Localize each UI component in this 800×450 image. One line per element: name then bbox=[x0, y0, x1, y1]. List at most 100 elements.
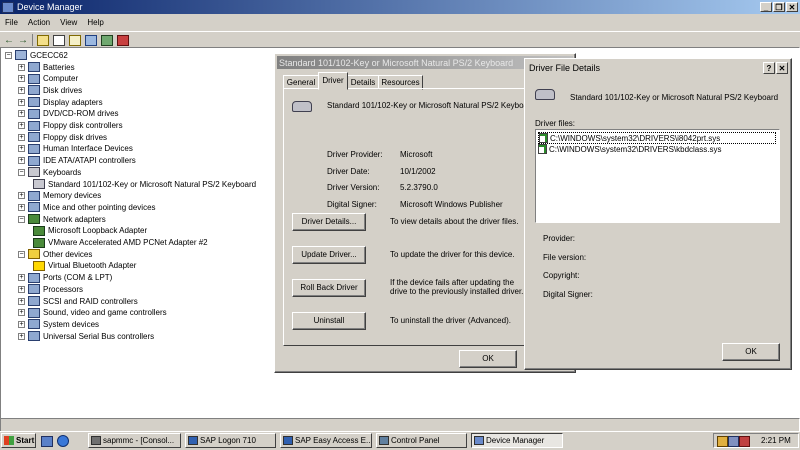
uninstall-icon[interactable] bbox=[117, 34, 129, 46]
tray-icon-volume[interactable] bbox=[739, 436, 750, 447]
tree-child-item[interactable]: VMware Accelerated AMD PCNet Adapter #2 bbox=[33, 237, 208, 249]
start-button[interactable]: Start bbox=[1, 433, 36, 448]
taskbar-button[interactable]: Device Manager bbox=[471, 433, 563, 448]
tree-category-item[interactable]: + Display adapters bbox=[18, 96, 103, 108]
tree-category-item[interactable]: + Universal Serial Bus controllers bbox=[18, 330, 154, 342]
tree-category-item[interactable]: + Batteries bbox=[18, 61, 75, 73]
menu-view[interactable]: View bbox=[60, 18, 77, 27]
collapse-icon[interactable]: − bbox=[18, 215, 25, 223]
properties-icon[interactable] bbox=[53, 34, 65, 46]
tree-child-item[interactable]: Microsoft Loopback Adapter bbox=[33, 225, 147, 237]
tree-child-item[interactable]: Standard 101/102-Key or Microsoft Natura… bbox=[33, 178, 256, 190]
tab-driver[interactable]: Driver bbox=[318, 72, 348, 90]
minimize-button[interactable]: _ bbox=[760, 2, 772, 12]
tree-item-label: IDE ATA/ATAPI controllers bbox=[43, 156, 136, 166]
tree-category-item[interactable]: + SCSI and RAID controllers bbox=[18, 295, 138, 307]
menu-action[interactable]: Action bbox=[28, 18, 50, 27]
expand-icon[interactable]: + bbox=[18, 203, 25, 211]
close-button[interactable]: ✕ bbox=[786, 2, 798, 12]
menu-help[interactable]: Help bbox=[87, 18, 103, 27]
tray-icon-network[interactable] bbox=[717, 436, 728, 447]
driver-files-list[interactable]: C:\WINDOWS\system32\DRIVERS\i8042prt.sys… bbox=[535, 129, 780, 223]
properties-ok-button[interactable]: OK bbox=[459, 350, 517, 368]
uninstall-button[interactable]: Uninstall bbox=[292, 312, 366, 330]
tree-category-item[interactable]: + Sound, video and game controllers bbox=[18, 307, 167, 319]
driver-file-item[interactable]: C:\WINDOWS\system32\DRIVERS\i8042prt.sys bbox=[538, 132, 776, 144]
tree-category-item[interactable]: + Floppy disk drives bbox=[18, 131, 107, 143]
tree-category-item[interactable]: + IDE ATA/ATAPI controllers bbox=[18, 155, 136, 167]
update-driver-icon[interactable] bbox=[101, 34, 113, 46]
collapse-icon[interactable]: − bbox=[5, 51, 12, 59]
expand-icon[interactable]: + bbox=[18, 133, 25, 141]
expand-icon[interactable]: + bbox=[18, 285, 25, 293]
tree-category-item[interactable]: + Computer bbox=[18, 73, 78, 85]
tree-category-item[interactable]: − Other devices bbox=[18, 248, 92, 260]
expand-icon[interactable]: + bbox=[18, 86, 25, 94]
tree-item-label: Microsoft Loopback Adapter bbox=[48, 226, 148, 236]
driver-field-value: 10/1/2002 bbox=[400, 166, 436, 176]
expand-icon[interactable]: + bbox=[18, 192, 25, 200]
tree-item-label: Other devices bbox=[43, 249, 93, 259]
computer-icon bbox=[28, 73, 40, 84]
tree-category-item[interactable]: + Memory devices bbox=[18, 190, 101, 202]
ie-icon[interactable] bbox=[57, 435, 69, 447]
collapse-icon[interactable]: − bbox=[18, 250, 25, 258]
update-driver-button[interactable]: Update Driver... bbox=[292, 246, 366, 264]
up-icon[interactable] bbox=[37, 34, 49, 46]
roll-back-driver-button[interactable]: Roll Back Driver bbox=[292, 279, 366, 297]
taskbar-app-icon bbox=[188, 436, 198, 445]
tree-category-item[interactable]: + Processors bbox=[18, 283, 83, 295]
tree-category-item[interactable]: + DVD/CD-ROM drives bbox=[18, 108, 119, 120]
expand-icon[interactable]: + bbox=[18, 122, 25, 129]
title-bar[interactable]: Device Manager _ ❐ ✕ bbox=[0, 0, 800, 14]
help-icon[interactable] bbox=[69, 34, 81, 46]
taskbar-button[interactable]: SAP Easy Access E... bbox=[280, 433, 372, 448]
dff-close-button[interactable]: ✕ bbox=[776, 62, 788, 74]
tree-category-item[interactable]: − Keyboards bbox=[18, 166, 81, 178]
taskbar-app-icon bbox=[474, 436, 484, 445]
tree-category-item[interactable]: + System devices bbox=[18, 318, 99, 330]
expand-icon[interactable]: + bbox=[18, 75, 25, 83]
expand-icon[interactable]: + bbox=[18, 98, 25, 106]
dff-ok-button[interactable]: OK bbox=[722, 343, 780, 361]
system-icon bbox=[28, 319, 40, 330]
taskbar-button-label: Device Manager bbox=[486, 436, 545, 445]
collapse-icon[interactable]: − bbox=[18, 168, 25, 176]
driver-file-item[interactable]: C:\WINDOWS\system32\DRIVERS\kbdclass.sys bbox=[538, 144, 774, 154]
back-icon[interactable]: ← bbox=[4, 35, 14, 46]
dff-help-button[interactable]: ? bbox=[763, 62, 775, 74]
dff-title-bar[interactable]: Driver File Details ? ✕ bbox=[526, 60, 790, 76]
taskbar-button[interactable]: Control Panel bbox=[376, 433, 467, 448]
show-desktop-icon[interactable] bbox=[41, 436, 53, 447]
tree-category-item[interactable]: − Network adapters bbox=[18, 213, 106, 225]
tree-child-item[interactable]: Virtual Bluetooth Adapter bbox=[33, 260, 136, 272]
menu-file[interactable]: File bbox=[5, 18, 18, 27]
tree-category-item[interactable]: + Disk drives bbox=[18, 84, 82, 96]
tray-icon-vmware[interactable] bbox=[728, 436, 739, 447]
expand-icon[interactable]: + bbox=[18, 274, 25, 282]
driver-field-label: Driver Provider: bbox=[327, 150, 383, 159]
tree-category-item[interactable]: + Floppy disk controllers bbox=[18, 120, 123, 132]
expand-icon[interactable]: + bbox=[18, 320, 25, 328]
driver-details-button[interactable]: Driver Details... bbox=[292, 213, 366, 231]
expand-icon[interactable]: + bbox=[18, 63, 25, 71]
keyboard-icon bbox=[535, 89, 555, 100]
expand-icon[interactable]: + bbox=[18, 297, 25, 305]
taskbar-app-icon bbox=[379, 436, 389, 445]
taskbar-button[interactable]: SAP Logon 710 bbox=[185, 433, 276, 448]
scan-hardware-icon[interactable] bbox=[85, 34, 97, 46]
expand-icon[interactable]: + bbox=[18, 332, 25, 340]
expand-icon[interactable]: + bbox=[18, 309, 25, 317]
tree-category-item[interactable]: + Mice and other pointing devices bbox=[18, 201, 156, 213]
expand-icon[interactable]: + bbox=[18, 110, 25, 118]
expand-icon[interactable]: + bbox=[18, 157, 25, 165]
maximize-button[interactable]: ❐ bbox=[773, 2, 785, 12]
expand-icon[interactable]: + bbox=[18, 145, 25, 153]
taskbar-button[interactable]: sapmmc - [Consol... bbox=[88, 433, 181, 448]
taskbar-button-label: SAP Easy Access E... bbox=[295, 436, 372, 445]
driver-action-description: To view details about the driver files. bbox=[390, 217, 519, 226]
tree-category-item[interactable]: + Ports (COM & LPT) bbox=[18, 272, 112, 284]
tree-category-item[interactable]: + Human Interface Devices bbox=[18, 143, 133, 155]
forward-icon[interactable]: → bbox=[18, 35, 28, 46]
tree-root[interactable]: − GCECC62 bbox=[5, 49, 68, 61]
